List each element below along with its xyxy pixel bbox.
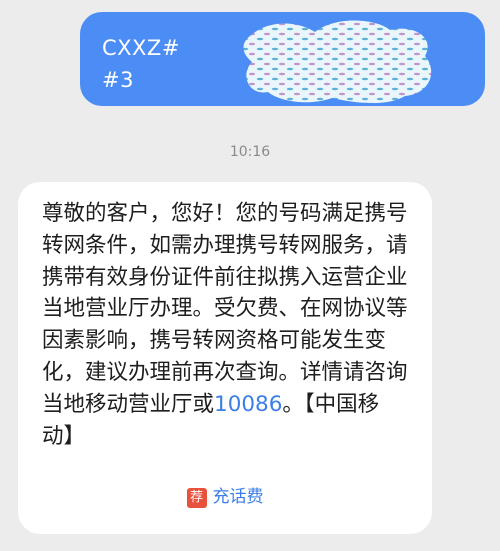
outgoing-line-2-prefix: #3 [102, 68, 134, 92]
message-thread: CXXZ# #3 341 10:16 尊敬的客户，您好！您的号码满足携号转网条件… [0, 0, 500, 551]
outgoing-line-1-text: CXXZ# [102, 36, 180, 60]
recharge-action[interactable]: 荐充话费 [18, 482, 432, 508]
recommend-badge: 荐 [186, 488, 207, 508]
incoming-message-bubble[interactable]: 尊敬的客户，您好！您的号码满足携号转网条件，如需办理携号转网服务，请携带有效身份… [18, 182, 432, 534]
incoming-message-body: 尊敬的客户，您好！您的号码满足携号转网条件，如需办理携号转网服务，请携带有效身份… [42, 198, 410, 452]
message-timestamp: 10:16 [229, 144, 271, 160]
redaction-scribble [243, 20, 432, 104]
outgoing-message-bubble[interactable]: CXXZ# #3 341 [80, 12, 485, 106]
phone-number-link[interactable]: 10086 [214, 392, 282, 417]
incoming-message-text: 尊敬的客户，您好！您的号码满足携号转网条件，如需办理携号转网服务，请携带有效身份… [42, 201, 408, 417]
recharge-action-label[interactable]: 充话费 [213, 487, 264, 507]
